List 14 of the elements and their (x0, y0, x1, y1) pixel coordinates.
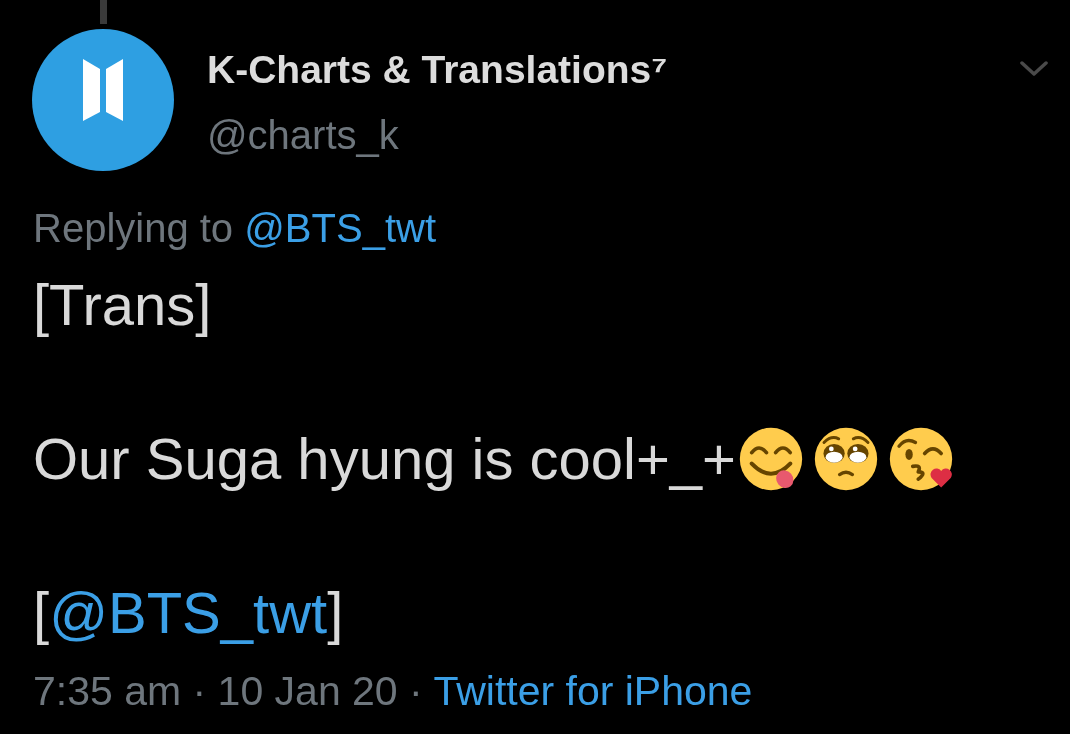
pleading-face-icon (812, 425, 879, 492)
tweet-text: Our Suga hyung is cool+_+ (33, 425, 736, 493)
avatar-logo[interactable] (32, 29, 174, 171)
mention-link[interactable]: @BTS_twt (49, 574, 328, 651)
timestamp: 7:35 am · 10 Jan 20 · (33, 668, 423, 714)
author-name: K-Charts & Translations⁷ (207, 47, 669, 93)
tweet-text: [Trans] (33, 271, 212, 339)
reply-context: Replying to @BTS_twt (33, 205, 437, 252)
author-handle: @charts_k (207, 112, 400, 159)
tweet-text: [@BTS_twt] (33, 574, 1048, 651)
source-link[interactable]: Twitter for iPhone (433, 668, 753, 714)
savoring-face-icon (737, 425, 804, 492)
mention-link[interactable]: @BTS_twt (244, 206, 436, 250)
kissing-face-icon (887, 425, 954, 492)
